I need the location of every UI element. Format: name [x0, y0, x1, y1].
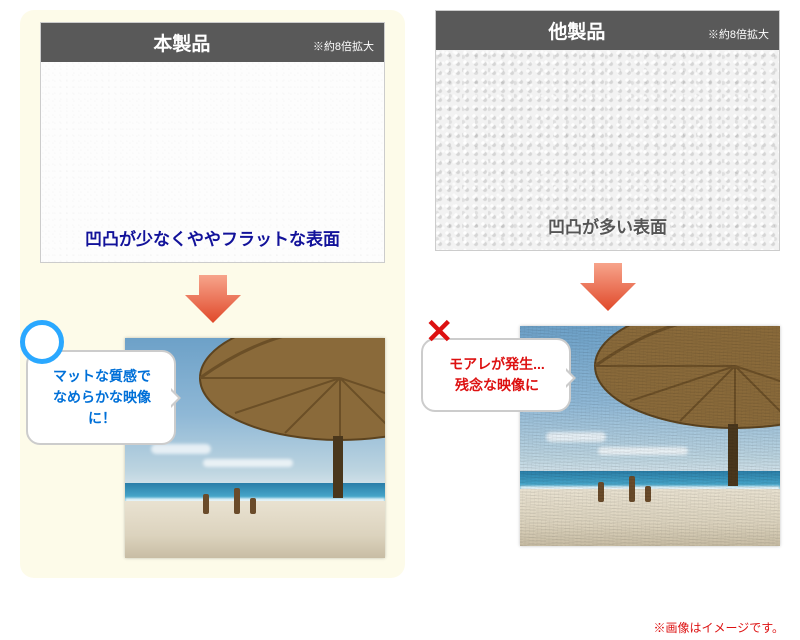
other-product-column: 他製品 ※約8倍拡大 凹凸が多い表面 ✕ モアレが発生... 残念な映像に [435, 10, 780, 578]
image-disclaimer: ※画像はイメージです。 [653, 619, 784, 636]
result-row: ✕ モアレが発生... 残念な映像に [435, 326, 780, 546]
zoom-note: ※約8倍拡大 [313, 38, 374, 54]
panel-header: 他製品 ※約8倍拡大 [436, 11, 779, 50]
texture-caption: 凹凸が少なくややフラットな表面 [85, 225, 340, 250]
speech-line: なめらかな映像に！ [53, 389, 151, 426]
good-circle-icon [20, 320, 64, 364]
speech-bubble-bad: ✕ モアレが発生... 残念な映像に [421, 338, 571, 412]
texture-caption: 凹凸が多い表面 [548, 213, 667, 238]
result-row: マットな質感で なめらかな映像に！ [40, 338, 385, 558]
down-arrow-icon [185, 275, 241, 328]
panel-title: 他製品 [548, 17, 605, 44]
speech-line: モアレが発生... [449, 356, 545, 372]
speech-bubble-good: マットな質感で なめらかな映像に！ [26, 350, 176, 445]
comparison-container: 本製品 ※約8倍拡大 凹凸が少なくややフラットな表面 マットな質感で なめらかな… [0, 0, 800, 588]
panel-title: 本製品 [153, 29, 210, 56]
our-product-column: 本製品 ※約8倍拡大 凹凸が少なくややフラットな表面 マットな質感で なめらかな… [20, 10, 405, 578]
umbrella-icon [175, 338, 385, 498]
bad-x-icon: ✕ [425, 312, 454, 352]
speech-line: マットな質感で [53, 368, 151, 384]
speech-line: 残念な映像に [455, 377, 539, 393]
panel-header: 本製品 ※約8倍拡大 [41, 23, 384, 62]
texture-sample-bumpy: 凹凸が多い表面 [436, 50, 779, 250]
umbrella-icon [570, 326, 780, 486]
our-product-texture-panel: 本製品 ※約8倍拡大 凹凸が少なくややフラットな表面 [40, 22, 385, 263]
texture-sample-flat: 凹凸が少なくややフラットな表面 [41, 62, 384, 262]
zoom-note: ※約8倍拡大 [708, 26, 769, 42]
down-arrow-icon [580, 263, 636, 316]
other-product-texture-panel: 他製品 ※約8倍拡大 凹凸が多い表面 [435, 10, 780, 251]
